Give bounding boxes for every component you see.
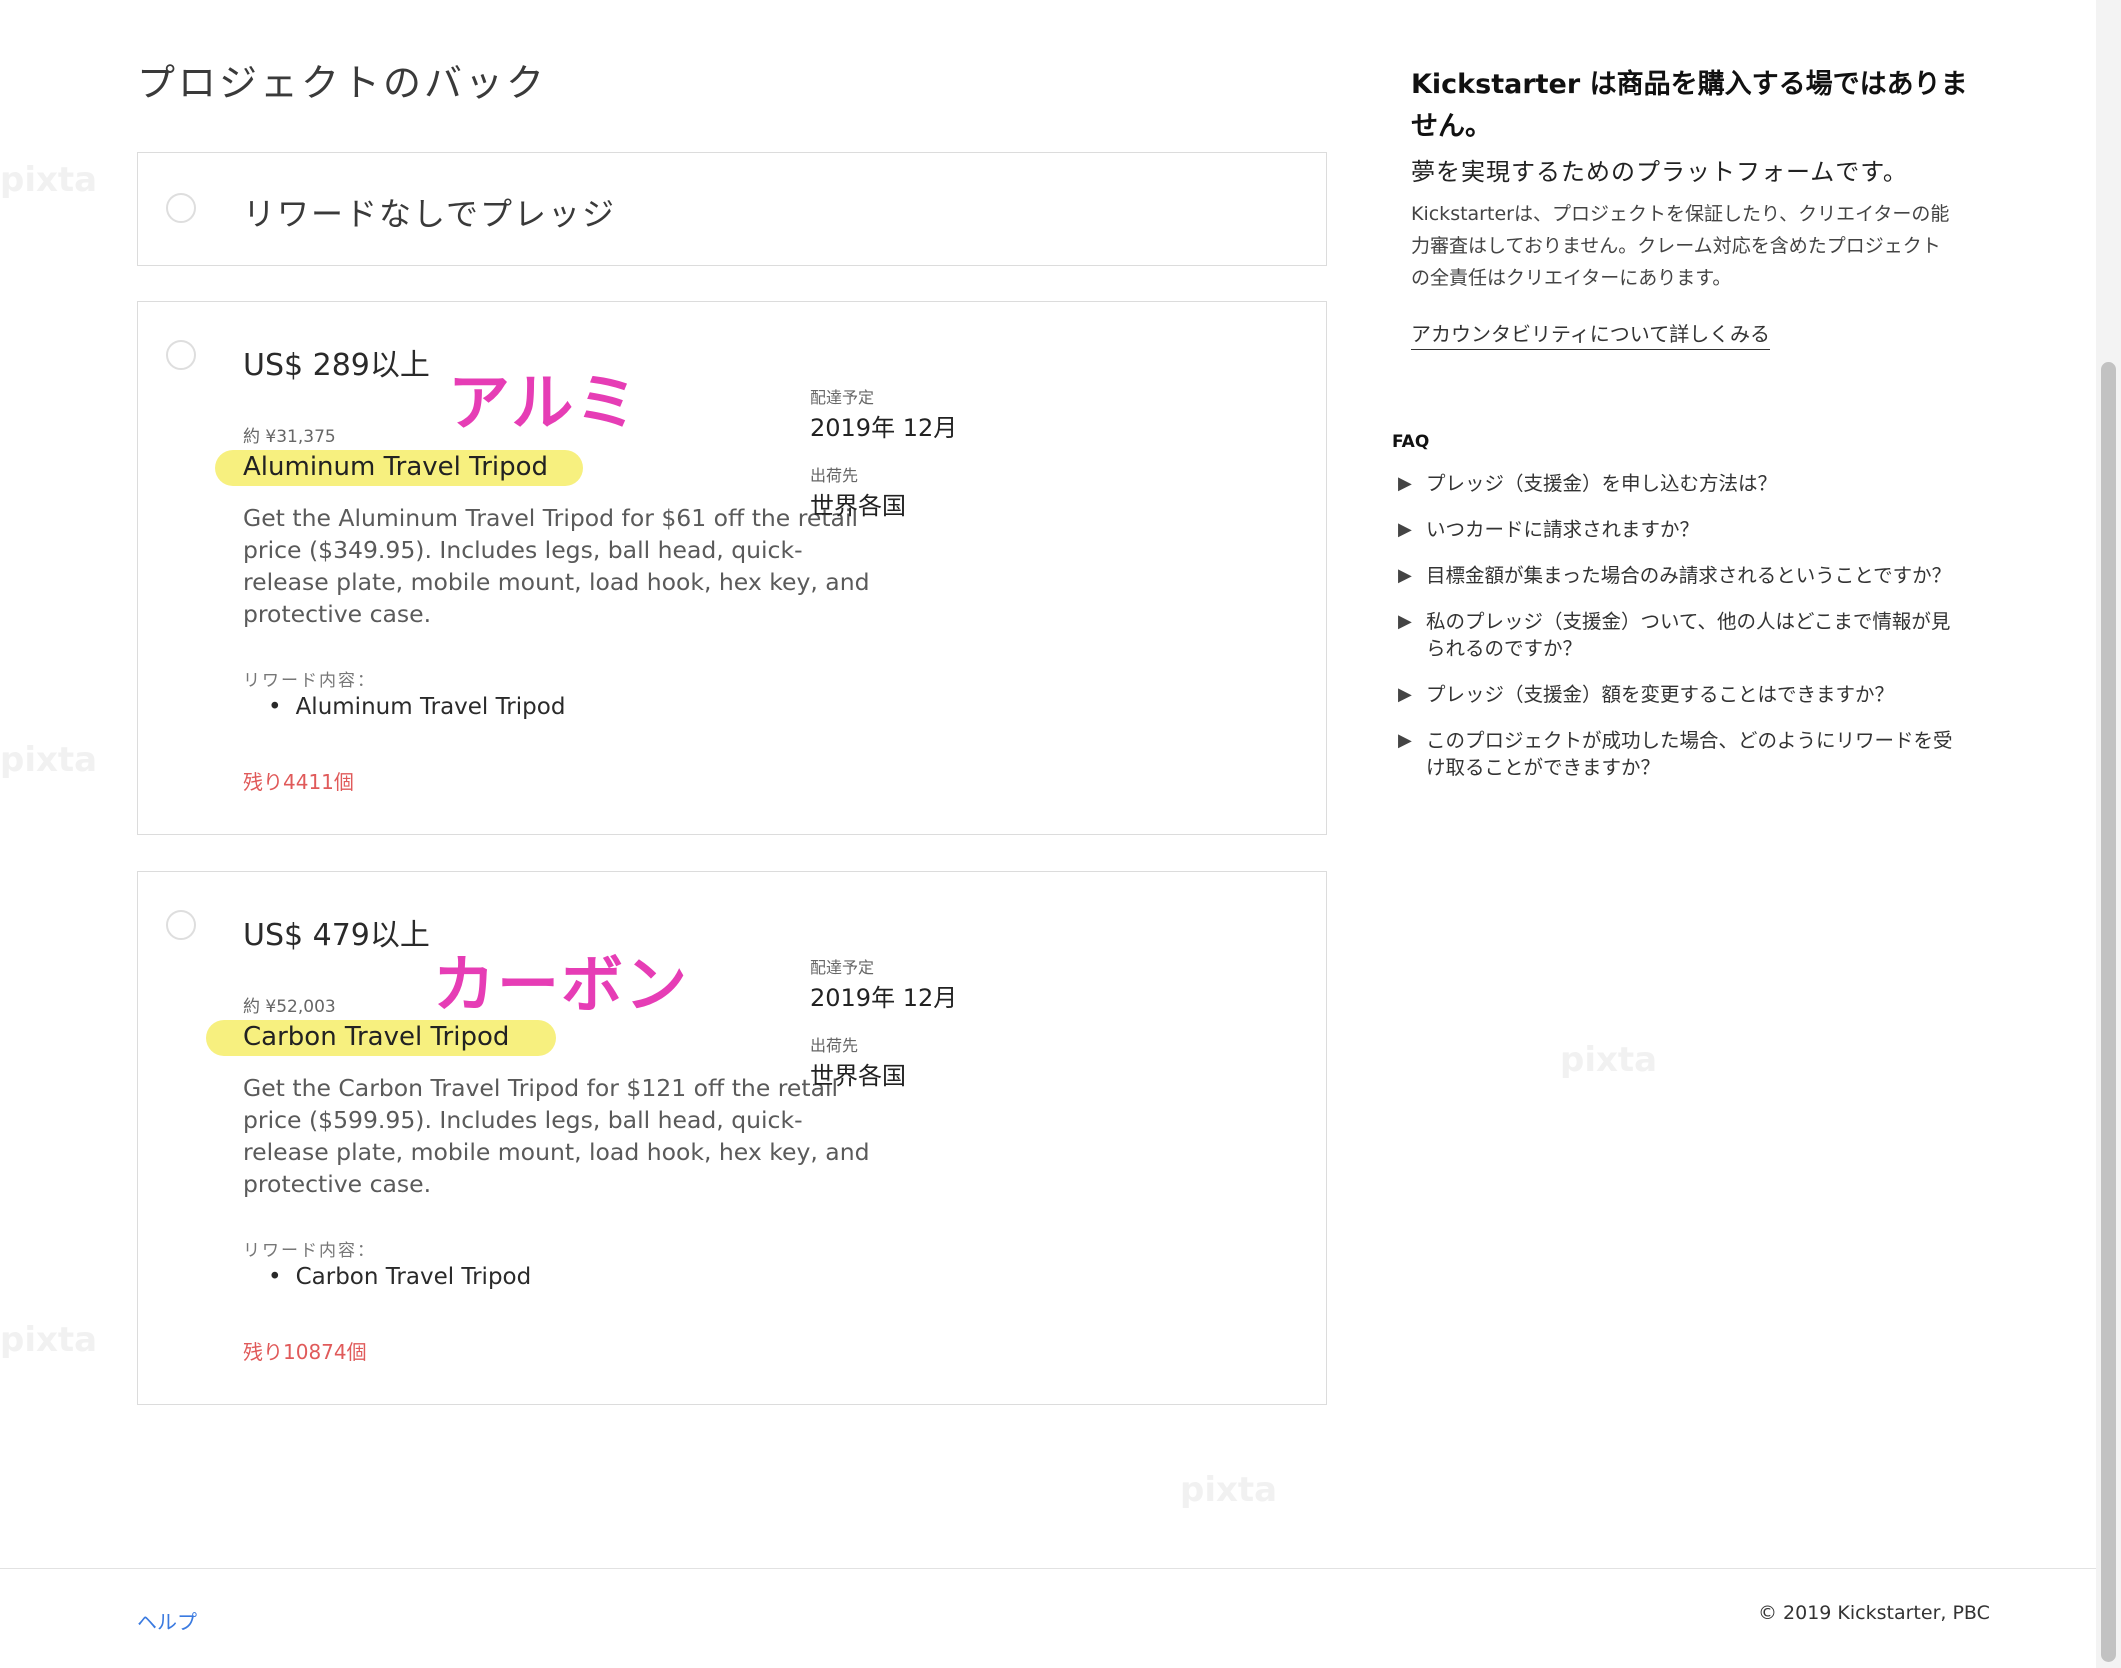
faq-list: ▶ プレッジ（支援金）を申し込む方法は？ ▶ いつカードに請求されますか？ ▶ 目標金… <box>1398 470 1958 800</box>
reward-name: Carbon Travel Tripod <box>243 1022 510 1052</box>
faq-question: 私のプレッジ（支援金）ついて、他の人はどこまで情報が見られるのですか？ <box>1426 610 1951 660</box>
delivery-label: 配達予定 <box>810 388 875 407</box>
reward-include-item: Aluminum Travel Tripod <box>268 694 566 720</box>
reward-radio[interactable] <box>166 910 196 940</box>
ships-to-label: 出荷先 <box>810 466 859 485</box>
reward-remaining: 残り4411個 <box>243 770 354 794</box>
delivery-value: 2019年 12月 <box>810 414 958 442</box>
faq-item[interactable]: ▶ プレッジ（支援金）額を変更することはできますか？ <box>1398 681 1958 708</box>
faq-item[interactable]: ▶ プレッジ（支援金）を申し込む方法は？ <box>1398 470 1958 497</box>
copyright: © 2019 Kickstarter, PBC <box>1758 1602 1990 1624</box>
reward-includes-label: リワード内容： <box>243 1241 376 1261</box>
triangle-right-icon: ▶ <box>1398 730 1412 751</box>
faq-question: 目標金額が集まった場合のみ請求されるということですか？ <box>1426 564 1952 587</box>
reward-include-item: Carbon Travel Tripod <box>268 1264 532 1290</box>
sidebar-body: Kickstarterは、プロジェクトを保証したり、クリエイターの能力審査はして… <box>1411 203 1950 289</box>
faq-item[interactable]: ▶ 私のプレッジ（支援金）ついて、他の人はどこまで情報が見られるのですか？ <box>1398 608 1958 662</box>
reward-approx-price: 約 ¥31,375 <box>243 427 336 447</box>
page-title: プロジェクトのバック <box>137 61 548 105</box>
delivery-label: 配達予定 <box>810 958 875 977</box>
annotation-label: カーボン <box>433 948 690 1021</box>
ships-to-value: 世界各国 <box>810 492 906 520</box>
faq-question: プレッジ（支援金）額を変更することはできますか？ <box>1426 683 1895 706</box>
faq-item[interactable]: ▶ いつカードに請求されますか？ <box>1398 516 1958 543</box>
sidebar-heading: Kickstarter は商品を購入する場ではありません。 <box>1411 69 1968 142</box>
sidebar-subheading: 夢を実現するためのプラットフォームです。 <box>1411 158 1908 186</box>
watermark: pixta <box>1560 1040 1658 1080</box>
watermark: pixta <box>0 160 98 200</box>
triangle-right-icon: ▶ <box>1398 684 1412 705</box>
delivery-value: 2019年 12月 <box>810 984 958 1012</box>
ships-to-label: 出荷先 <box>810 1036 859 1055</box>
reward-name: Aluminum Travel Tripod <box>243 452 549 482</box>
ships-to-value: 世界各国 <box>810 1062 906 1090</box>
watermark: pixta <box>0 1320 98 1360</box>
reward-includes-label: リワード内容： <box>243 671 376 691</box>
reward-radio[interactable] <box>166 340 196 370</box>
reward-card-carbon[interactable]: US$ 479以上 カーボン 約 ¥52,003 Carbon Travel T… <box>137 871 1327 1405</box>
faq-question: このプロジェクトが成功した場合、どのようにリワードを受け取ることができますか？ <box>1426 729 1953 779</box>
triangle-right-icon: ▶ <box>1398 611 1412 632</box>
reward-description: Get the Aluminum Travel Tripod for $61 o… <box>243 504 870 628</box>
faq-item[interactable]: ▶ 目標金額が集まった場合のみ請求されるということですか？ <box>1398 562 1958 589</box>
accountability-link[interactable]: アカウンタビリティについて詳しくみる <box>1411 318 1770 350</box>
no-reward-card[interactable]: リワードなしでプレッジ <box>137 152 1327 266</box>
faq-item[interactable]: ▶ このプロジェクトが成功した場合、どのようにリワードを受け取ることができますか？ <box>1398 727 1958 781</box>
faq-label: FAQ <box>1392 432 1430 452</box>
help-link[interactable]: ヘルプ <box>137 1606 197 1635</box>
reward-description: Get the Carbon Travel Tripod for $121 of… <box>243 1074 870 1198</box>
triangle-right-icon: ▶ <box>1398 519 1412 540</box>
reward-price: US$ 479以上 <box>243 918 430 953</box>
watermark: pixta <box>1180 1470 1278 1510</box>
triangle-right-icon: ▶ <box>1398 565 1412 586</box>
triangle-right-icon: ▶ <box>1398 473 1412 494</box>
reward-price: US$ 289以上 <box>243 348 430 383</box>
scrollbar-thumb[interactable] <box>2101 362 2116 1662</box>
reward-card-aluminum[interactable]: US$ 289以上 アルミ 約 ¥31,375 Aluminum Travel … <box>137 301 1327 835</box>
faq-question: いつカードに請求されますか？ <box>1426 518 1700 541</box>
reward-remaining: 残り10874個 <box>243 1340 367 1364</box>
watermark: pixta <box>0 740 98 780</box>
footer-divider <box>0 1568 2096 1569</box>
annotation-label: アルミ <box>448 366 640 439</box>
faq-question: プレッジ（支援金）を申し込む方法は？ <box>1426 472 1778 495</box>
no-reward-label: リワードなしでプレッジ <box>243 195 617 233</box>
reward-approx-price: 約 ¥52,003 <box>243 997 336 1017</box>
no-reward-radio[interactable] <box>166 193 196 223</box>
